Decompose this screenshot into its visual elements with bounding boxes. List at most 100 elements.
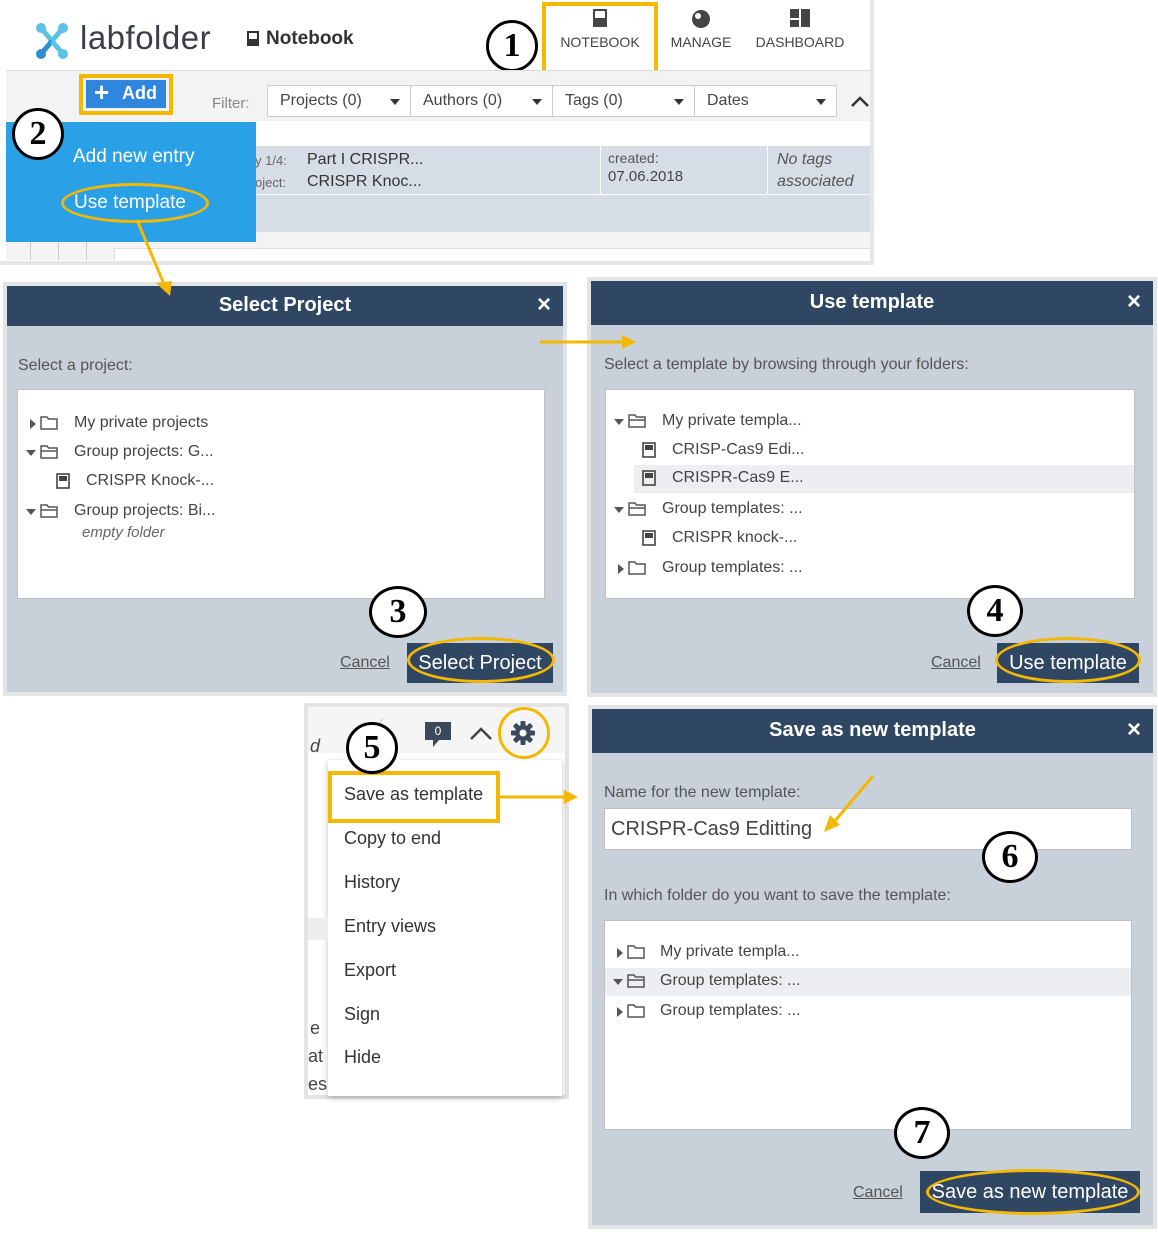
filter-authors-label: Authors (0) <box>423 92 503 109</box>
tree-item-label: Group projects: G... <box>74 443 214 460</box>
project-name: CRISPR Knoc... <box>307 173 422 190</box>
clipped-text: es <box>308 1074 328 1094</box>
filter-tags[interactable]: Tags (0) <box>552 85 695 117</box>
expand-down-icon <box>26 450 36 456</box>
close-icon[interactable]: × <box>537 286 551 324</box>
step-7-marker: 7 <box>894 1107 950 1159</box>
tree-item-selected[interactable]: Group templates: ... <box>605 968 1131 996</box>
app-window: labfolder Notebook NOTEBOOK MANAGE DASHB… <box>0 0 874 265</box>
caret-down-icon <box>532 99 542 105</box>
tree-item[interactable]: Group templates: ... <box>606 496 1134 524</box>
expand-down-icon <box>614 419 624 425</box>
notebook-icon <box>642 470 656 486</box>
step-3-marker: 3 <box>369 586 427 638</box>
tree-item[interactable]: CRISPR Knock-... <box>18 468 544 496</box>
caret-down-icon <box>674 99 684 105</box>
expand-right-icon <box>617 1007 623 1017</box>
filter-projects[interactable]: Projects (0) <box>267 85 411 117</box>
tree-item[interactable]: CRISPR knock-... <box>606 525 1134 553</box>
menu-add-new-entry[interactable]: Add new entry <box>73 146 194 168</box>
nav-dashboard-label: DASHBOARD <box>755 34 845 50</box>
cancel-link[interactable]: Cancel <box>853 1184 903 1202</box>
folder-open-icon <box>628 414 646 428</box>
tree-item[interactable]: Group templates: ... <box>606 555 1134 583</box>
menu-copy-to-end[interactable]: Copy to end <box>344 828 441 849</box>
tree-item[interactable]: My private projects <box>18 410 544 438</box>
use-template-dialog: Use template × Select a template by brow… <box>587 277 1157 697</box>
tree-item[interactable]: My private templa... <box>606 408 1134 436</box>
save-button-highlight <box>926 1169 1140 1215</box>
tree-item-label: Group templates: ... <box>660 972 801 989</box>
use-template-header: Use template × <box>591 281 1153 325</box>
template-name-input[interactable]: CRISPR-Cas9 Editting <box>604 808 1132 850</box>
filter-tags-label: Tags (0) <box>565 92 623 109</box>
notebook-icon <box>247 31 259 46</box>
close-icon[interactable]: × <box>1127 709 1141 751</box>
filter-dates[interactable]: Dates <box>694 85 837 117</box>
tree-item[interactable]: Group projects: G... <box>18 439 544 467</box>
entry-key: y 1/4: <box>255 153 287 168</box>
logo-text: labfolder <box>80 19 212 56</box>
project-tree: My private projects Group projects: G...… <box>17 389 545 599</box>
dashboard-icon <box>790 9 810 27</box>
divider <box>86 240 87 260</box>
tree-item[interactable]: My private templa... <box>605 939 1131 967</box>
select-project-label: Select a project: <box>18 357 133 374</box>
side-strip <box>308 918 328 940</box>
tags-line-1: No tags <box>777 151 833 168</box>
close-icon[interactable]: × <box>1127 281 1141 323</box>
tree-item-label: CRISPR Knock-... <box>86 472 215 489</box>
clipped-text: at <box>308 1046 324 1066</box>
cancel-link[interactable]: Cancel <box>340 654 390 672</box>
filter-authors[interactable]: Authors (0) <box>410 85 553 117</box>
tree-item-label: CRISPR-Cas9 E... <box>672 469 804 486</box>
add-highlight <box>79 74 173 115</box>
nav-manage[interactable]: MANAGE <box>660 8 742 50</box>
tree-item[interactable]: Group templates: ... <box>605 998 1131 1026</box>
cancel-link[interactable]: Cancel <box>931 654 981 672</box>
template-name-label: Name for the new template: <box>604 784 801 801</box>
tree-item-label: Group projects: Bi... <box>74 502 216 519</box>
save-template-header: Save as new template × <box>592 709 1153 753</box>
notebook-icon <box>56 473 70 489</box>
menu-hide[interactable]: Hide <box>344 1047 381 1068</box>
tree-item-selected[interactable]: CRISPR-Cas9 E... <box>634 465 1134 493</box>
menu-entry-views[interactable]: Entry views <box>344 916 436 937</box>
folder-open-icon <box>40 504 58 518</box>
chevron-up-icon[interactable] <box>469 725 493 741</box>
tree-item-label: CRISPR knock-... <box>672 529 798 546</box>
menu-history[interactable]: History <box>344 872 400 893</box>
entry-title: Part I CRISPR... <box>307 151 424 168</box>
tree-item-label: Group templates: ... <box>662 559 803 576</box>
dialog-title: Select Project <box>218 294 352 316</box>
menu-sign[interactable]: Sign <box>344 1004 380 1025</box>
expand-right-icon <box>618 564 624 574</box>
step-2-marker: 2 <box>12 108 64 160</box>
caret-down-icon <box>390 99 400 105</box>
divider <box>58 240 59 260</box>
step-5-marker: 5 <box>346 722 398 774</box>
step-1-marker: 1 <box>486 20 538 72</box>
nav-manage-label: MANAGE <box>670 34 732 50</box>
nav-dashboard[interactable]: DASHBOARD <box>752 8 848 50</box>
step-6-marker: 6 <box>982 831 1038 883</box>
folder-tree: My private templa... Group templates: ..… <box>604 920 1132 1130</box>
tree-item[interactable]: CRISP-Cas9 Edi... <box>606 437 1134 465</box>
manage-icon <box>692 10 710 28</box>
expand-right-icon <box>30 419 36 429</box>
comment-icon[interactable]: 0 <box>423 720 453 750</box>
notebook-highlight <box>542 2 658 75</box>
empty-folder-label: empty folder <box>82 524 165 541</box>
template-tree: My private templa... CRISP-Cas9 Edi... C… <box>605 389 1135 599</box>
expand-down-icon <box>26 509 36 515</box>
folder-icon <box>40 416 58 430</box>
folder-open-icon <box>40 445 58 459</box>
chevron-up-icon[interactable] <box>850 94 870 108</box>
menu-export[interactable]: Export <box>344 960 396 981</box>
filter-projects-label: Projects (0) <box>280 92 362 109</box>
expand-right-icon <box>617 948 623 958</box>
dialog-title: Use template <box>809 291 935 313</box>
folder-label: In which folder do you want to save the … <box>604 887 951 904</box>
select-project-dialog: Select Project × Select a project: My pr… <box>3 282 567 696</box>
dialog-title: Save as new template <box>769 719 976 741</box>
